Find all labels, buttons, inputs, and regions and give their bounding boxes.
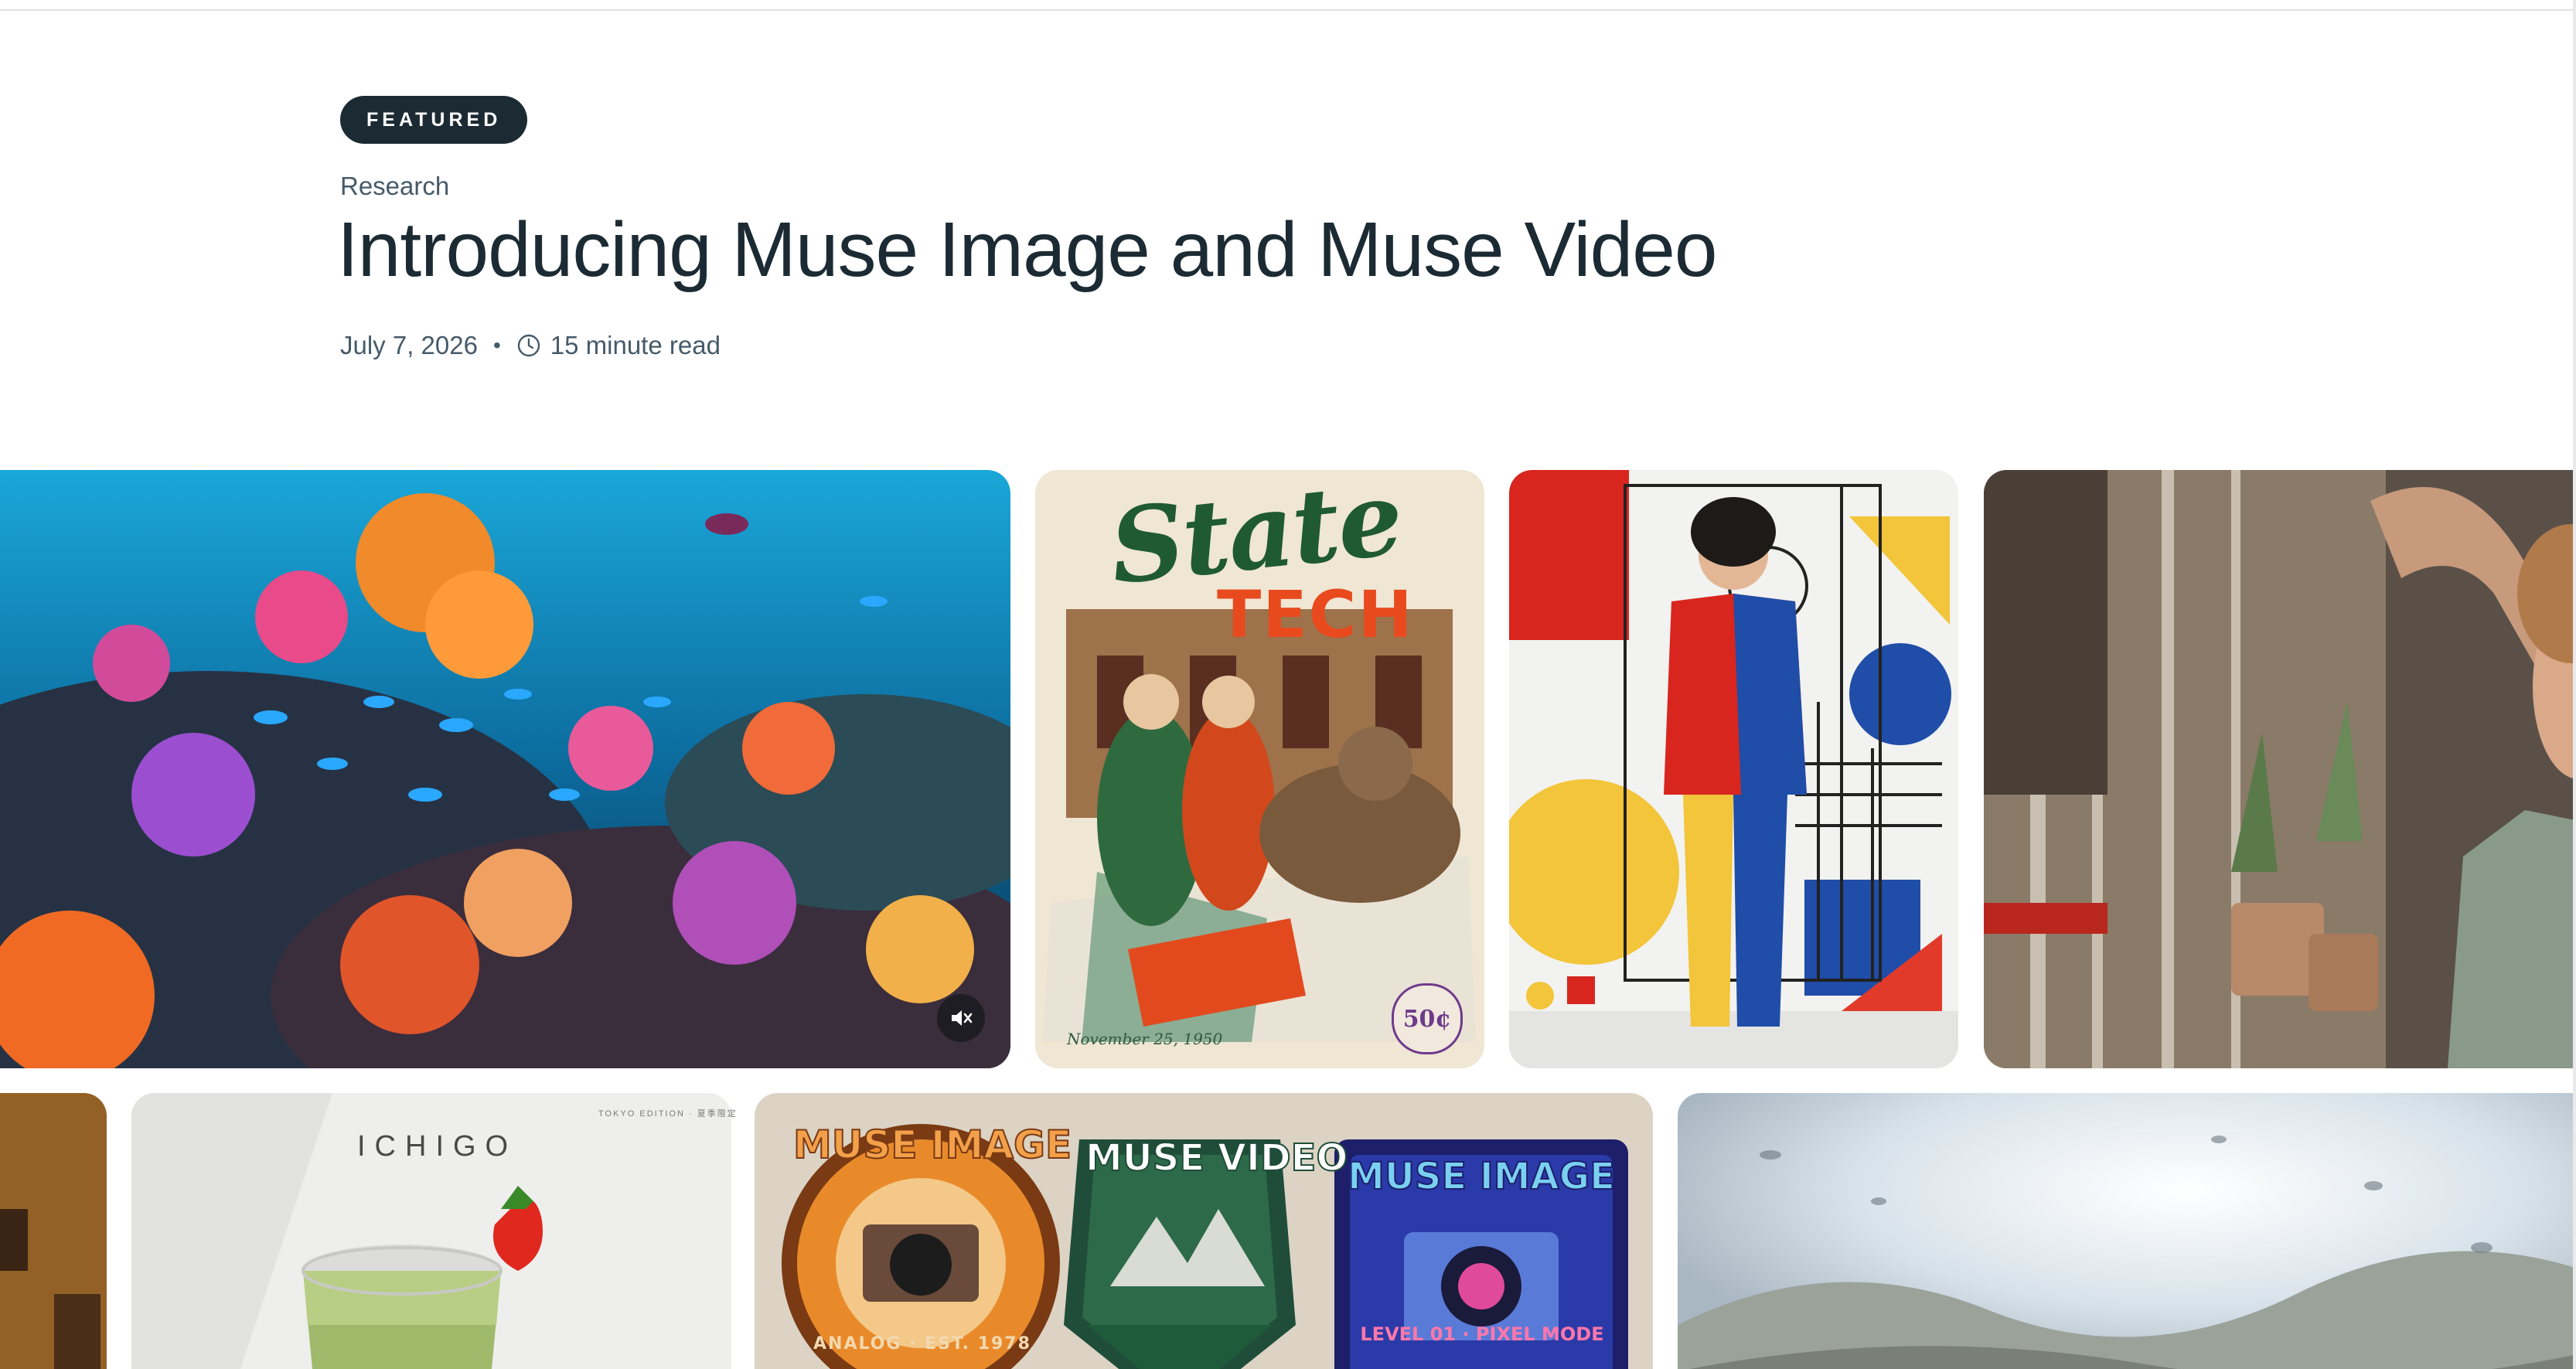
poster-bold-title: TECH (1217, 577, 1414, 652)
speaker-muted-icon (952, 1010, 973, 1026)
patch-right-title: MUSE IMAGE (1347, 1154, 1616, 1199)
poster-price-stamp: 50¢ (1392, 983, 1463, 1054)
publish-date: July 7, 2026 (340, 331, 478, 359)
poster-date: November 25, 1950 (1067, 1030, 1223, 1048)
article-page: FEATURED Research Introducing Muse Image… (0, 0, 2576, 1369)
patch-right-subtitle: LEVEL 01 · PIXEL MODE (1360, 1323, 1604, 1345)
coral-reef-illustration (0, 470, 1010, 1068)
patch-left-subtitle: ANALOG · EST. 1978 (813, 1334, 1031, 1354)
fashion-image[interactable] (1509, 470, 1958, 1068)
patch-middle-title: MUSE VIDEO (1085, 1136, 1348, 1180)
fashion-illustration (1509, 470, 1958, 1068)
water-splash-video[interactable] (1678, 1093, 2576, 1369)
article-title: Introducing Muse Image and Muse Video (337, 206, 1717, 293)
meta-separator: • (492, 333, 501, 357)
scrollbar-track[interactable] (2573, 0, 2576, 1369)
featured-badge: FEATURED (340, 96, 528, 144)
patch-left-title: MUSE IMAGE (792, 1122, 1072, 1168)
coral-reef-video[interactable] (0, 470, 1010, 1068)
interior-room-illustration (0, 1093, 107, 1369)
sunlit-porch-video[interactable] (1984, 470, 2576, 1068)
article-meta: July 7, 2026 • 15 minute read (340, 331, 721, 360)
clock-icon (516, 333, 541, 358)
mute-button[interactable] (937, 994, 985, 1042)
ichigo-edition-text: TOKYO EDITION · 夏季限定 (598, 1109, 738, 1119)
interior-room-image[interactable] (0, 1093, 107, 1369)
ichigo-brand-text: ICHIGO (357, 1130, 518, 1163)
top-divider (0, 0, 2576, 11)
sunlit-porch-illustration (1984, 470, 2576, 1068)
article-category-link[interactable]: Research (340, 172, 449, 201)
read-time: 15 minute read (550, 331, 721, 359)
water-splash-illustration (1678, 1093, 2576, 1369)
